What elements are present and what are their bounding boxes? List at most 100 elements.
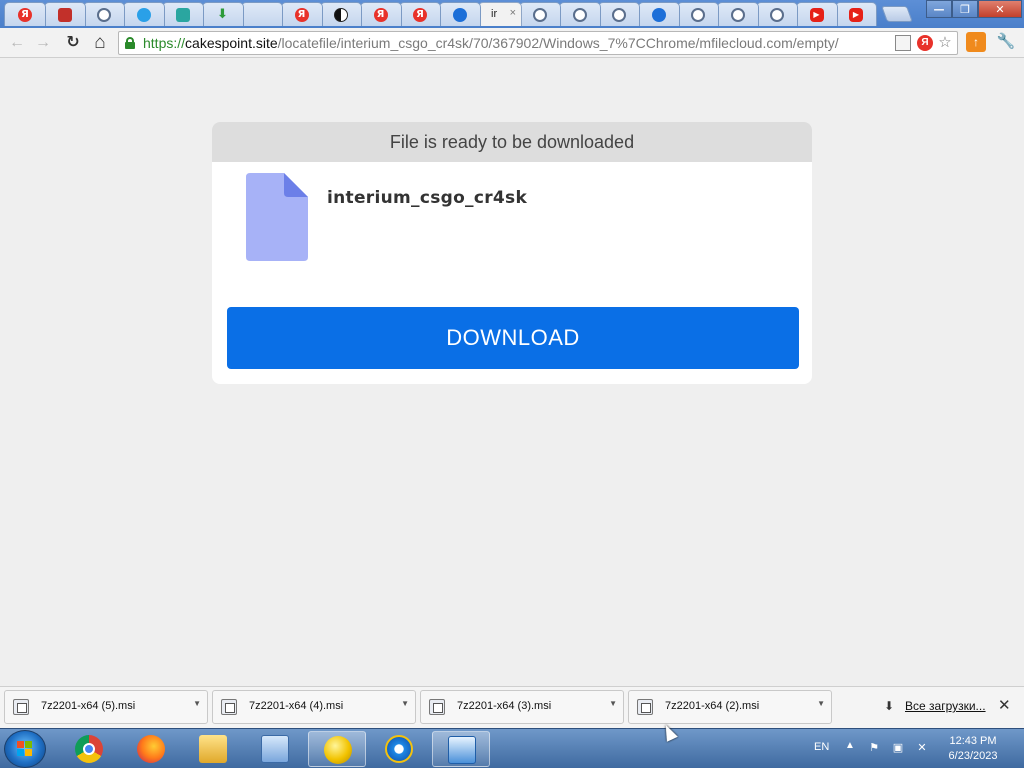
close-tab-icon[interactable]: × [510,7,516,19]
taskbar-file-app[interactable] [432,731,490,767]
windows-logo-icon [17,741,33,757]
chevron-down-icon[interactable]: ▼ [609,699,617,708]
blank-icon [255,8,269,22]
globe-icon [533,8,547,22]
minimize-button[interactable]: — [926,0,952,18]
msi-file-icon [637,699,653,715]
show-all-downloads-link[interactable]: Все загрузки... [905,699,986,713]
taskbar-firefox[interactable] [122,731,180,767]
new-tab-button[interactable] [881,6,913,22]
network-icon[interactable]: ▣ [890,740,906,756]
tab[interactable]: Я [399,2,441,26]
tab[interactable]: Я [359,2,402,26]
reload-button[interactable]: ↻ [62,32,84,54]
globe-icon [612,8,626,22]
taskbar-internet-explorer[interactable] [370,731,428,767]
taskbar-chrome[interactable] [60,731,118,767]
download-item[interactable]: 7z2201-x64 (4).msi ▼ [212,690,416,724]
tab[interactable] [83,2,125,26]
address-bar[interactable]: https://cakespoint.site/locatefile/inter… [118,31,958,55]
back-button[interactable]: ← [6,32,28,54]
yandex-icon: Я [413,8,427,22]
tab[interactable] [756,2,798,26]
lock-icon [125,37,135,49]
card-header: File is ready to be downloaded [212,122,812,162]
fish-icon [651,8,666,22]
file-app-icon [448,736,476,764]
globe-icon [691,8,705,22]
extension-icon[interactable]: ↑ [966,32,986,52]
clock[interactable]: 12:43 PM 6/23/2023 [938,734,1008,764]
fish-icon [452,8,467,22]
tab[interactable] [241,2,283,26]
folder-icon [199,735,227,763]
tab-label: ir [491,8,498,20]
screen: ▶ ▶ ir × Я Я Я ⬇ Я — ❐ ✕ ← → ↻ ⌂ https://cakespo… [0,0,1024,768]
wrench-icon[interactable]: 🔧 [996,32,1016,52]
tab[interactable]: ▶ [835,2,877,26]
volume-muted-icon[interactable]: ✕ [914,740,930,756]
cloud-icon [136,8,151,22]
download-item-name: 7z2201-x64 (2).msi [665,700,760,712]
download-item[interactable]: 7z2201-x64 (3).msi ▼ [420,690,624,724]
tab[interactable]: ⬇ [201,2,244,26]
share-icon [176,8,190,22]
taskbar-control-panel[interactable] [246,731,304,767]
tab[interactable] [716,2,759,26]
tab[interactable] [43,2,86,26]
yandex-icon[interactable]: Я [917,35,933,51]
msi-file-icon [429,699,445,715]
taskbar-explorer[interactable] [184,731,242,767]
taskbar-ball-app[interactable] [308,731,366,767]
action-center-icon[interactable]: ⚑ [866,740,882,756]
yandex-icon: Я [373,8,388,22]
tab[interactable]: Я [280,2,323,26]
close-window-button[interactable]: ✕ [978,0,1022,18]
tab[interactable] [598,2,640,26]
clock-date: 6/23/2023 [948,750,998,762]
half-circle-icon [334,8,348,22]
browser-toolbar: ← → ↻ ⌂ https://cakespoint.site/locatefi… [0,28,1024,58]
yandex-icon: Я [294,8,309,22]
close-shelf-icon[interactable]: ✕ [998,696,1011,714]
tab[interactable] [438,2,481,26]
chevron-down-icon[interactable]: ▼ [401,699,409,708]
home-button[interactable]: ⌂ [89,32,111,54]
tab[interactable]: ▶ [795,2,838,26]
chevron-down-icon[interactable]: ▼ [817,699,825,708]
url-text[interactable]: https://cakespoint.site/locatefile/inter… [143,35,889,51]
maximize-button[interactable]: ❐ [952,0,978,18]
tab[interactable] [558,2,601,26]
language-indicator[interactable]: EN [814,741,829,753]
tab-active[interactable]: ir × [478,2,522,26]
internet-explorer-icon [385,735,413,763]
tab-strip: ▶ ▶ ir × Я Я Я ⬇ Я — ❐ ✕ [0,0,1024,28]
download-item[interactable]: 7z2201-x64 (5).msi ▼ [4,690,208,724]
tray-expand-icon[interactable]: ▲ [845,740,855,751]
msi-file-icon [13,699,29,715]
tab[interactable] [162,2,204,26]
bookmark-star-icon[interactable]: ☆ [937,35,953,51]
globe-icon [572,8,587,22]
taskbar: EN ▲ ⚑ ▣ ✕ 12:43 PM 6/23/2023 [0,728,1024,768]
page-action-icon[interactable] [895,35,911,51]
shield-icon [57,8,72,22]
download-button[interactable]: DOWNLOAD [227,307,799,369]
firefox-icon [137,735,165,763]
download-item-name: 7z2201-x64 (4).msi [249,700,344,712]
forward-button[interactable]: → [32,32,54,54]
globe-icon [97,8,111,22]
start-button[interactable] [4,730,46,768]
file-name: interium_csgo_cr4sk [327,188,528,208]
tab[interactable] [677,2,719,26]
ball-app-icon [324,736,352,764]
download-item-name: 7z2201-x64 (3).msi [457,700,552,712]
download-item[interactable]: 7z2201-x64 (2).msi ▼ [628,690,832,724]
tab[interactable] [320,2,362,26]
tab[interactable]: Я [4,2,46,26]
tab[interactable] [519,2,561,26]
tab[interactable] [637,2,680,26]
control-panel-icon [261,735,289,763]
tab[interactable] [122,2,165,26]
chevron-down-icon[interactable]: ▼ [193,699,201,708]
